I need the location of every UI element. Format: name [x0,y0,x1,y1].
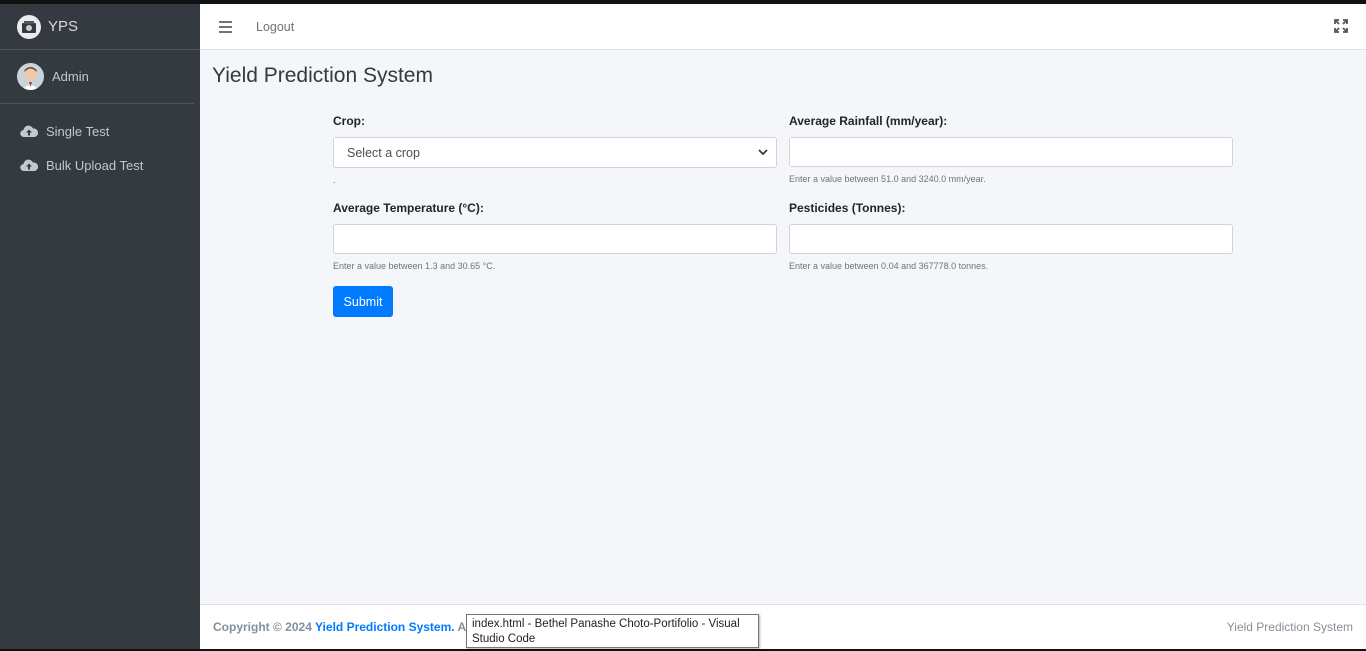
footer-copyright: Copyright © 2024 Yield Prediction System… [213,620,473,634]
rainfall-label: Average Rainfall (mm/year): [789,114,948,128]
app-frame: YPS Admin Single Test Bulk Upload Test L… [0,4,1366,649]
crop-help: . [333,175,336,185]
window-tooltip: index.html - Bethel Panashe Choto-Portif… [466,614,759,648]
temperature-input[interactable] [333,224,777,254]
footer-right-text: Yield Prediction System [1226,620,1353,634]
logout-link[interactable]: Logout [256,20,294,34]
pesticides-label: Pesticides (Tonnes): [789,201,906,215]
rainfall-help: Enter a value between 51.0 and 3240.0 mm… [789,174,986,184]
brand-link[interactable]: YPS [0,4,200,50]
sidebar-item-single-test[interactable]: Single Test [0,114,200,148]
sidebar-item-label: Single Test [46,123,110,139]
temperature-help: Enter a value between 1.3 and 30.65 °C. [333,261,496,271]
user-name[interactable]: Admin [52,69,89,84]
submit-button[interactable]: Submit [333,286,393,317]
footer-brand-link[interactable]: Yield Prediction System. [315,620,455,634]
content-wrapper: Yield Prediction System Crop: Select a c… [200,50,1366,604]
pesticides-group: Pesticides (Tonnes): Enter a value betwe… [789,201,1233,271]
sidebar-item-label: Bulk Upload Test [46,157,144,173]
page-title: Yield Prediction System [212,64,433,87]
sidebar: YPS Admin Single Test Bulk Upload Test [0,4,200,649]
pesticides-help: Enter a value between 0.04 and 367778.0 … [789,261,989,271]
crop-group: Crop: Select a crop . [333,114,777,185]
crop-select[interactable]: Select a crop [333,137,777,168]
sidebar-nav: Single Test Bulk Upload Test [0,104,200,182]
temperature-group: Average Temperature (°C): Enter a value … [333,201,777,271]
rainfall-group: Average Rainfall (mm/year): Enter a valu… [789,114,1233,184]
copyright-text: Copyright © 2024 [213,620,312,634]
brand-text: YPS [48,18,79,35]
sidebar-item-bulk-upload-test[interactable]: Bulk Upload Test [0,148,200,182]
user-panel[interactable]: Admin [0,50,194,104]
crop-selected-value: Select a crop [347,145,420,160]
crop-label: Crop: [333,114,365,128]
footer: Copyright © 2024 Yield Prediction System… [200,604,1366,649]
fullscreen-icon[interactable] [1334,19,1348,33]
menu-toggle-icon[interactable] [219,20,232,33]
cloud-upload-icon [20,124,38,138]
chevron-down-icon [758,149,768,156]
avatar [17,63,44,90]
rainfall-input[interactable] [789,137,1233,167]
temperature-label: Average Temperature (°C): [333,201,484,215]
top-navbar: Logout [200,4,1366,50]
brand-logo-icon [17,14,41,39]
pesticides-input[interactable] [789,224,1233,254]
cloud-upload-icon [20,158,38,172]
